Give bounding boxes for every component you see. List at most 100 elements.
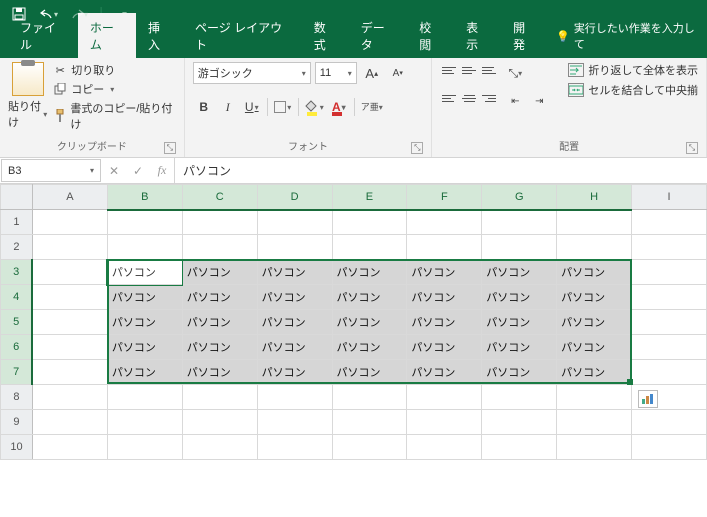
select-all[interactable] bbox=[1, 185, 33, 210]
cell-E9[interactable] bbox=[332, 410, 407, 435]
indent-decrease[interactable]: ⇤ bbox=[504, 90, 526, 112]
underline-button[interactable]: U▾ bbox=[241, 96, 263, 118]
cell-I4[interactable] bbox=[632, 285, 707, 310]
cell-I9[interactable] bbox=[632, 410, 707, 435]
cell-D3[interactable]: パソコン bbox=[257, 260, 332, 285]
cell-F9[interactable] bbox=[407, 410, 482, 435]
fx-icon[interactable]: fx bbox=[150, 163, 174, 178]
cell-B9[interactable] bbox=[107, 410, 182, 435]
row-header-3[interactable]: 3 bbox=[1, 260, 33, 285]
orientation-button[interactable]: ⤡▾ bbox=[504, 62, 526, 84]
align-top[interactable] bbox=[440, 62, 458, 78]
cell-C2[interactable] bbox=[182, 235, 257, 260]
cell-D5[interactable]: パソコン bbox=[257, 310, 332, 335]
cell-F3[interactable]: パソコン bbox=[407, 260, 482, 285]
cell-F5[interactable]: パソコン bbox=[407, 310, 482, 335]
font-name-select[interactable]: 游ゴシック▾ bbox=[193, 62, 311, 84]
cell-A2[interactable] bbox=[32, 235, 107, 260]
cell-C5[interactable]: パソコン bbox=[182, 310, 257, 335]
cell-D7[interactable]: パソコン bbox=[257, 360, 332, 385]
border-button[interactable]: ▾ bbox=[272, 96, 294, 118]
cell-H3[interactable]: パソコン bbox=[557, 260, 632, 285]
align-right[interactable] bbox=[480, 90, 498, 106]
cell-H5[interactable]: パソコン bbox=[557, 310, 632, 335]
cell-B3[interactable]: パソコン bbox=[107, 260, 182, 285]
align-center[interactable] bbox=[460, 90, 478, 106]
cell-H9[interactable] bbox=[557, 410, 632, 435]
cell-F8[interactable] bbox=[407, 385, 482, 410]
font-launcher[interactable]: ⤡ bbox=[411, 142, 423, 154]
cell-G2[interactable] bbox=[482, 235, 557, 260]
cell-G7[interactable]: パソコン bbox=[482, 360, 557, 385]
cell-G9[interactable] bbox=[482, 410, 557, 435]
fill-handle[interactable] bbox=[627, 379, 633, 385]
cell-I7[interactable] bbox=[632, 360, 707, 385]
row-header-8[interactable]: 8 bbox=[1, 385, 33, 410]
clipboard-launcher[interactable]: ⤡ bbox=[164, 142, 176, 154]
cell-C9[interactable] bbox=[182, 410, 257, 435]
cell-F7[interactable]: パソコン bbox=[407, 360, 482, 385]
font-size-select[interactable]: 11▾ bbox=[315, 62, 357, 84]
col-header-E[interactable]: E bbox=[332, 185, 407, 210]
indent-increase[interactable]: ⇥ bbox=[528, 90, 550, 112]
cell-D8[interactable] bbox=[257, 385, 332, 410]
cell-B5[interactable]: パソコン bbox=[107, 310, 182, 335]
format-painter-button[interactable]: 書式のコピー/貼り付け bbox=[53, 100, 176, 132]
cell-F4[interactable]: パソコン bbox=[407, 285, 482, 310]
cell-G3[interactable]: パソコン bbox=[482, 260, 557, 285]
fill-color-button[interactable]: ▾ bbox=[303, 96, 326, 118]
cell-C3[interactable]: パソコン bbox=[182, 260, 257, 285]
copy-button[interactable]: コピー▾ bbox=[53, 81, 176, 97]
cell-I2[interactable] bbox=[632, 235, 707, 260]
wrap-text-button[interactable]: 折り返して全体を表示 bbox=[568, 62, 698, 78]
cell-I10[interactable] bbox=[632, 435, 707, 460]
cell-B7[interactable]: パソコン bbox=[107, 360, 182, 385]
cell-A10[interactable] bbox=[32, 435, 107, 460]
tab-formulas[interactable]: 数式 bbox=[302, 13, 349, 58]
cell-B4[interactable]: パソコン bbox=[107, 285, 182, 310]
col-header-H[interactable]: H bbox=[557, 185, 632, 210]
col-header-A[interactable]: A bbox=[32, 185, 107, 210]
cell-E3[interactable]: パソコン bbox=[332, 260, 407, 285]
cell-C1[interactable] bbox=[182, 210, 257, 235]
cancel-icon[interactable]: ✕ bbox=[102, 164, 126, 178]
cell-E6[interactable]: パソコン bbox=[332, 335, 407, 360]
cell-I5[interactable] bbox=[632, 310, 707, 335]
cell-G8[interactable] bbox=[482, 385, 557, 410]
cell-F2[interactable] bbox=[407, 235, 482, 260]
row-header-2[interactable]: 2 bbox=[1, 235, 33, 260]
paste-button[interactable]: 貼り付け bbox=[8, 98, 41, 130]
cell-G4[interactable]: パソコン bbox=[482, 285, 557, 310]
cell-H2[interactable] bbox=[557, 235, 632, 260]
cell-C8[interactable] bbox=[182, 385, 257, 410]
cell-E1[interactable] bbox=[332, 210, 407, 235]
cell-A5[interactable] bbox=[32, 310, 107, 335]
grow-font-button[interactable]: A▴ bbox=[361, 62, 383, 84]
tab-review[interactable]: 校閲 bbox=[407, 13, 454, 58]
row-header-6[interactable]: 6 bbox=[1, 335, 33, 360]
cell-B8[interactable] bbox=[107, 385, 182, 410]
quick-analysis-icon[interactable] bbox=[638, 390, 658, 408]
cell-A3[interactable] bbox=[32, 260, 107, 285]
cell-E5[interactable]: パソコン bbox=[332, 310, 407, 335]
cell-I3[interactable] bbox=[632, 260, 707, 285]
cell-A6[interactable] bbox=[32, 335, 107, 360]
cell-G10[interactable] bbox=[482, 435, 557, 460]
italic-button[interactable]: I bbox=[217, 96, 239, 118]
row-header-1[interactable]: 1 bbox=[1, 210, 33, 235]
cell-F6[interactable]: パソコン bbox=[407, 335, 482, 360]
cell-H7[interactable]: パソコン bbox=[557, 360, 632, 385]
align-bottom[interactable] bbox=[480, 62, 498, 78]
cell-E2[interactable] bbox=[332, 235, 407, 260]
merge-center-button[interactable]: セルを結合して中央揃 bbox=[568, 82, 698, 98]
cell-E7[interactable]: パソコン bbox=[332, 360, 407, 385]
cell-F10[interactable] bbox=[407, 435, 482, 460]
row-header-10[interactable]: 10 bbox=[1, 435, 33, 460]
cell-D6[interactable]: パソコン bbox=[257, 335, 332, 360]
cell-C7[interactable]: パソコン bbox=[182, 360, 257, 385]
name-box[interactable]: B3▾ bbox=[1, 159, 101, 182]
cell-D2[interactable] bbox=[257, 235, 332, 260]
align-middle[interactable] bbox=[460, 62, 478, 78]
tab-developer[interactable]: 開発 bbox=[501, 13, 548, 58]
cell-A1[interactable] bbox=[32, 210, 107, 235]
